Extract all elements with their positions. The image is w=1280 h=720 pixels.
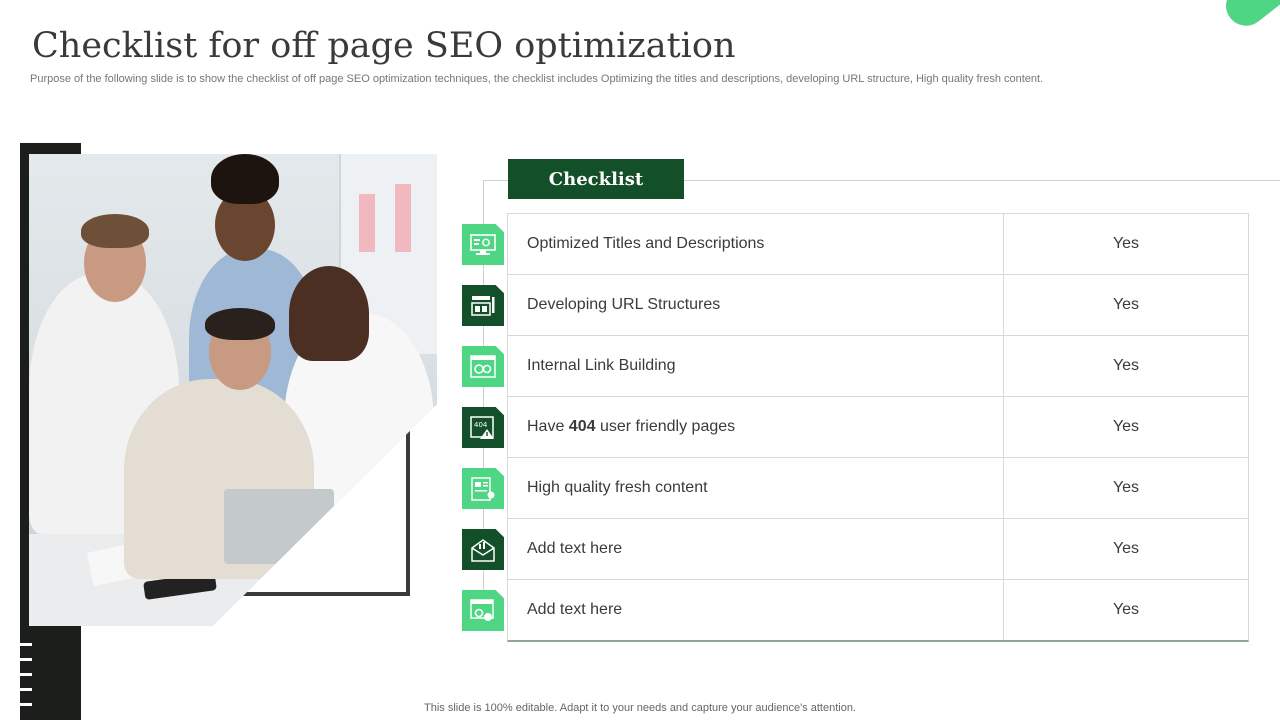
label-text: user friendly pages [595, 418, 736, 435]
bar-stripe [20, 688, 32, 691]
checklist-item-status: Yes [1112, 296, 1140, 313]
label-text: Add text here [527, 540, 623, 557]
checklist-item-status: Yes [1112, 418, 1140, 435]
page-title: Checklist for off page SEO optimization [32, 26, 736, 66]
corner-decoration [1217, 0, 1280, 34]
envelope-chart-icon [462, 529, 504, 570]
table-row: High quality fresh content Yes [508, 458, 1248, 519]
checklist-table: Optimized Titles and Descriptions Yes Deve… [507, 213, 1249, 642]
sitemap-pencil-icon [462, 285, 504, 326]
error-404-page-icon: 404 [462, 407, 504, 448]
checklist-item-label: Have 404 user friendly pages [508, 397, 1004, 457]
page-subtitle: Purpose of the following slide is to sho… [30, 73, 1044, 85]
bar-stripe [20, 658, 32, 661]
checklist-item-label: Internal Link Building [508, 336, 1004, 396]
checklist-item-status: Yes [1112, 479, 1140, 496]
table-row: Add text here Yes [508, 519, 1248, 580]
label-bold-text: 404 [568, 418, 596, 435]
table-row: Add text here Yes [508, 580, 1248, 640]
label-text: Internal Link Building [527, 357, 676, 374]
table-row: Internal Link Building Yes [508, 336, 1248, 397]
checklist-item-label: Optimized Titles and Descriptions [508, 214, 1004, 274]
checklist-header: Checklist [508, 159, 684, 199]
svg-text:404: 404 [474, 421, 488, 429]
checklist-item-label: Developing URL Structures [508, 275, 1004, 335]
table-row: Optimized Titles and Descriptions Yes [508, 214, 1248, 275]
link-gears-icon [462, 346, 504, 387]
bar-stripe [20, 643, 32, 646]
checklist-item-status: Yes [1112, 357, 1140, 374]
label-text: Have [527, 418, 569, 435]
table-row: Have 404 user friendly pages Yes [508, 397, 1248, 458]
checklist-item-status: Yes [1112, 235, 1140, 252]
label-text: Optimized Titles and Descriptions [527, 235, 765, 252]
checklist-item-status: Yes [1112, 601, 1140, 618]
bar-stripe [20, 673, 32, 676]
checklist-item-label: Add text here [508, 580, 1004, 640]
table-row: Developing URL Structures Yes [508, 275, 1248, 336]
checklist-item-status: Yes [1112, 540, 1140, 557]
checklist-item-label: High quality fresh content [508, 458, 1004, 518]
content-document-icon [462, 468, 504, 509]
window-gears-icon [462, 590, 504, 631]
label-text: Add text here [527, 601, 623, 618]
label-text: High quality fresh content [527, 479, 708, 496]
footer-note: This slide is 100% editable. Adapt it to… [424, 702, 856, 714]
label-text: Developing URL Structures [527, 296, 721, 313]
checklist-item-label: Add text here [508, 519, 1004, 579]
monitor-gear-icon [462, 224, 504, 265]
